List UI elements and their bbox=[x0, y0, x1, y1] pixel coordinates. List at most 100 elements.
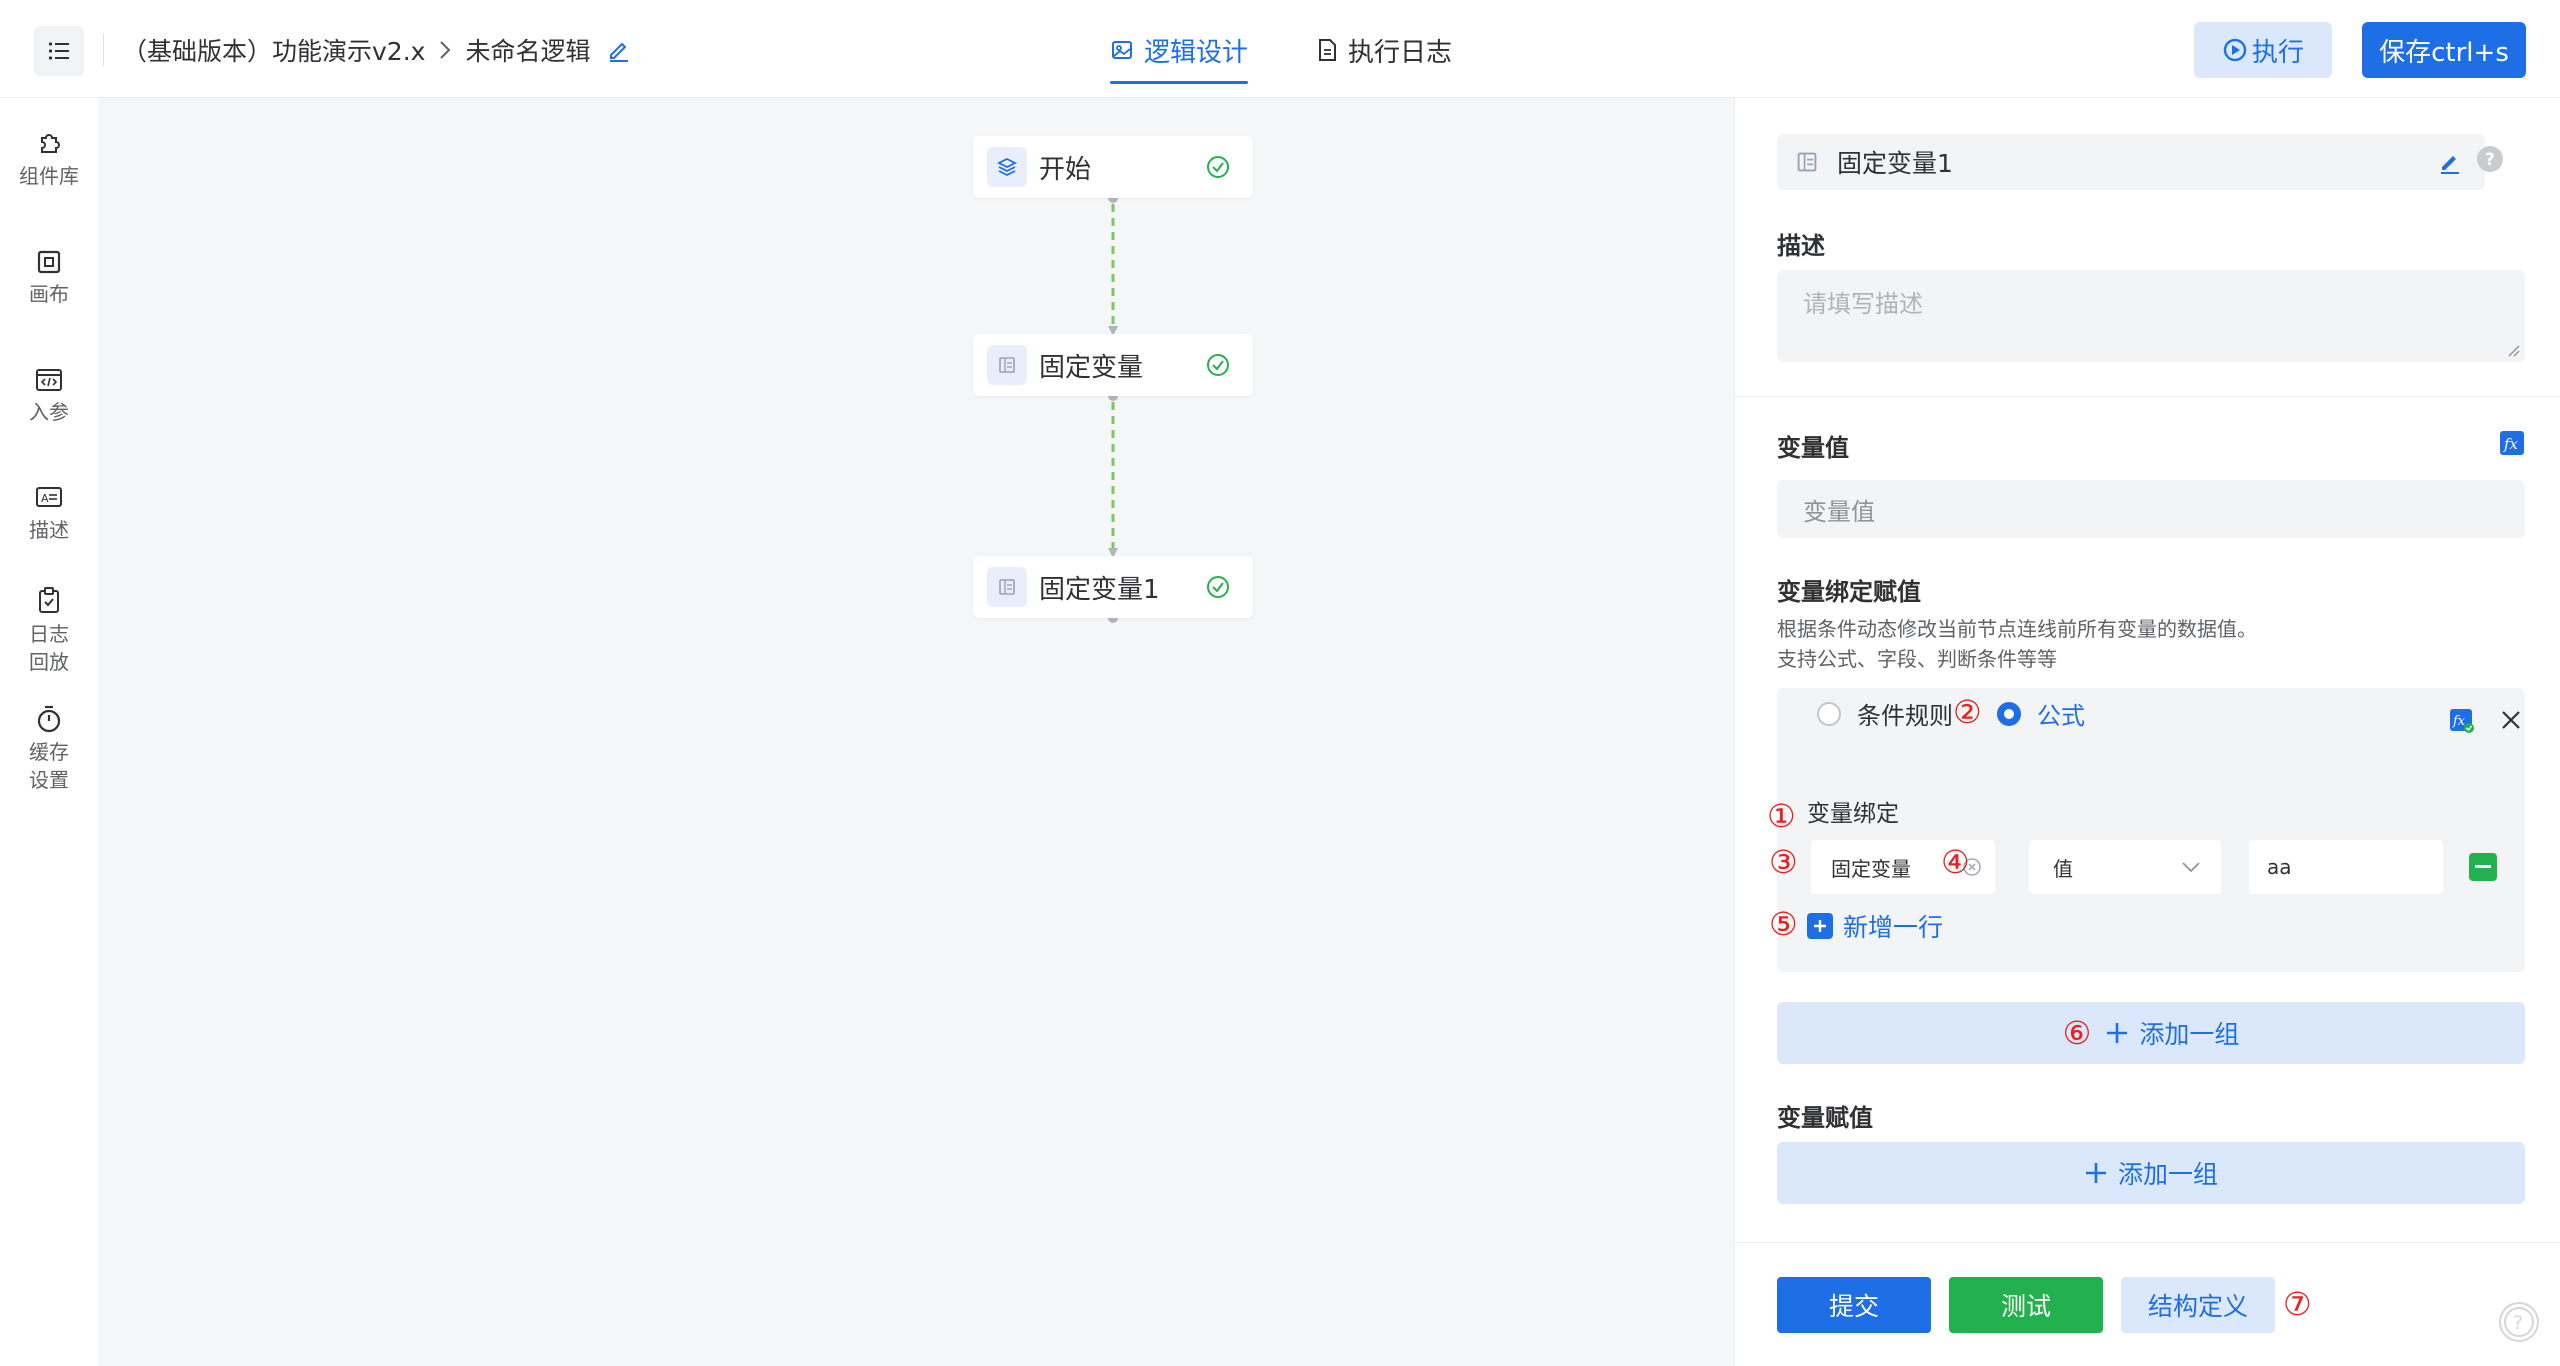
variable-assign-title: 变量赋值 bbox=[1777, 1104, 1873, 1132]
flow-node-start[interactable]: 开始 bbox=[973, 136, 1253, 198]
chevron-right-icon bbox=[439, 40, 451, 60]
timer-icon bbox=[37, 705, 61, 733]
formula-icon[interactable]: fx bbox=[2499, 430, 2525, 456]
section-divider bbox=[1735, 396, 2560, 397]
sidebar-label: 描述 bbox=[29, 518, 69, 542]
radio-formula-label: 公式 bbox=[2037, 702, 2085, 730]
annotation-marker: ③ bbox=[1769, 843, 1798, 881]
variable-value-input[interactable]: 变量值 bbox=[1777, 480, 2525, 538]
flow-node-variable-1[interactable]: 固定变量1 bbox=[973, 556, 1253, 618]
radio-dot bbox=[1817, 701, 1841, 726]
variable-icon bbox=[987, 567, 1027, 607]
node-label: 开始 bbox=[1039, 154, 1092, 185]
image-icon bbox=[1112, 41, 1132, 59]
list-icon bbox=[48, 42, 69, 60]
breadcrumb-project[interactable]: （基础版本）功能演示v2.x bbox=[122, 32, 425, 68]
annotation-marker: ⑦ bbox=[2283, 1285, 2312, 1323]
tab-exec-log-label: 执行日志 bbox=[1348, 37, 1453, 68]
check-circle-icon bbox=[1205, 574, 1231, 600]
svg-text:A: A bbox=[41, 492, 49, 505]
description-placeholder: 请填写描述 bbox=[1803, 290, 1923, 318]
svg-text:fx: fx bbox=[2503, 435, 2519, 453]
document-icon bbox=[1319, 39, 1337, 61]
value-type-select[interactable]: 值 bbox=[2029, 840, 2221, 894]
value-type-value: 值 bbox=[2053, 856, 2073, 881]
flow-node-variable[interactable]: 固定变量 bbox=[973, 334, 1253, 396]
plus-icon bbox=[2085, 1163, 2106, 1183]
description-title: 描述 bbox=[1777, 232, 1825, 260]
breadcrumb-logic-name: 未命名逻辑 bbox=[465, 37, 591, 66]
description-textarea[interactable]: 请填写描述 bbox=[1777, 270, 2525, 362]
node-name-text: 固定变量1 bbox=[1837, 149, 1953, 178]
svg-text:fx: fx bbox=[2452, 714, 2466, 729]
save-button[interactable]: 保存ctrl+s bbox=[2362, 22, 2526, 78]
node-label: 固定变量 bbox=[1039, 352, 1144, 383]
annotation-marker: ① bbox=[1767, 797, 1796, 835]
submit-button[interactable]: 提交 bbox=[1777, 1277, 1931, 1333]
radio-condition-rule[interactable]: 条件规则 bbox=[1817, 696, 1953, 731]
canvas-icon bbox=[37, 250, 61, 274]
add-row-button[interactable]: 新增一行 bbox=[1807, 908, 1943, 944]
variable-binding-label: 变量绑定 bbox=[1807, 801, 1899, 827]
add-binding-group-button[interactable]: ⑥ 添加一组 bbox=[1777, 1002, 2525, 1064]
bound-value-input[interactable]: aa bbox=[2249, 840, 2443, 894]
help-circle-icon[interactable]: ? bbox=[2497, 1300, 2541, 1344]
breadcrumb: （基础版本）功能演示v2.x 未命名逻辑 bbox=[122, 32, 632, 68]
code-icon bbox=[36, 369, 62, 391]
check-circle-icon bbox=[1205, 154, 1231, 180]
property-panel: 固定变量1 ? 描述 请填写描述 变量值 fx 变量值 变量绑定赋值 根据条件动… bbox=[1734, 98, 2560, 1366]
sidebar-item-cache-settings[interactable]: 缓存 设置 bbox=[0, 704, 98, 794]
sidebar-item-description[interactable]: A 描述 bbox=[0, 484, 98, 544]
structure-definition-button[interactable]: 结构定义 bbox=[2121, 1277, 2275, 1333]
tab-exec-log[interactable]: 执行日志 bbox=[1316, 30, 1452, 70]
remove-row-button[interactable] bbox=[2469, 853, 2497, 881]
sidebar-item-log-replay[interactable]: 日志 回放 bbox=[0, 586, 98, 676]
variable-value-title: 变量值 bbox=[1777, 434, 1849, 462]
sidebar-label: 缓存 设置 bbox=[29, 740, 69, 792]
minus-icon bbox=[2475, 865, 2491, 868]
left-toolbar: 组件库 画布 入参 A 描述 日志 回放 缓存 设置 bbox=[0, 98, 98, 1366]
run-button-label: 执行 bbox=[2251, 37, 2304, 68]
submit-label: 提交 bbox=[1828, 1292, 1879, 1321]
plus-icon bbox=[2107, 1023, 2128, 1043]
description-icon: A bbox=[36, 487, 62, 507]
run-button[interactable]: 执行 bbox=[2194, 22, 2332, 78]
header-divider bbox=[103, 34, 104, 66]
sidebar-item-canvas[interactable]: 画布 bbox=[0, 248, 98, 308]
tab-logic-design-label: 逻辑设计 bbox=[1144, 37, 1249, 68]
annotation-marker: ⑥ bbox=[2062, 1014, 2092, 1052]
chevron-down-icon bbox=[2182, 862, 2200, 873]
tab-logic-design[interactable]: 逻辑设计 bbox=[1110, 30, 1249, 84]
top-bar: （基础版本）功能演示v2.x 未命名逻辑 逻辑设计 执行日志 执行 保存ctrl… bbox=[0, 0, 2560, 98]
add-group-label: 添加一组 bbox=[2139, 1020, 2240, 1049]
clipboard-icon bbox=[39, 587, 59, 613]
edit-icon[interactable] bbox=[2437, 149, 2463, 175]
sidebar-label: 组件库 bbox=[19, 164, 79, 188]
annotation-marker: ④ bbox=[1941, 843, 1970, 881]
sidebar-label: 日志 回放 bbox=[29, 622, 69, 674]
node-name-field[interactable]: 固定变量1 bbox=[1777, 134, 2485, 190]
radio-dot bbox=[1997, 701, 2021, 726]
variable-value-placeholder: 变量值 bbox=[1803, 497, 1875, 526]
test-button[interactable]: 测试 bbox=[1949, 1277, 2103, 1333]
edit-name-icon[interactable] bbox=[606, 37, 632, 63]
add-assign-group-button[interactable]: 添加一组 bbox=[1777, 1142, 2525, 1204]
close-icon[interactable] bbox=[2499, 708, 2523, 732]
binding-hint-line-1: 根据条件动态修改当前节点连线前所有变量的数据值。 bbox=[1777, 617, 2257, 641]
flow-connectors bbox=[1108, 193, 1118, 623]
variable-icon bbox=[1795, 150, 1819, 174]
section-divider bbox=[1735, 1242, 2560, 1243]
resize-handle-icon[interactable] bbox=[2507, 344, 2521, 358]
formula-check-icon[interactable]: fx bbox=[2449, 708, 2475, 734]
bound-value-text: aa bbox=[2267, 855, 2292, 879]
save-button-label: 保存ctrl+s bbox=[2379, 37, 2509, 68]
sidebar-item-components[interactable]: 组件库 bbox=[0, 128, 98, 190]
binding-hint-line-2: 支持公式、字段、判断条件等等 bbox=[1777, 647, 2057, 671]
radio-formula[interactable]: 公式 bbox=[1997, 696, 2085, 731]
menu-toggle-button[interactable] bbox=[34, 26, 84, 76]
flow-canvas[interactable]: 开始 固定变量 固定变量1 bbox=[98, 98, 1734, 1366]
sidebar-item-params[interactable]: 入参 bbox=[0, 366, 98, 426]
main-tabs: 逻辑设计 执行日志 bbox=[1110, 30, 1520, 84]
add-row-label: 新增一行 bbox=[1843, 913, 1944, 942]
help-icon[interactable]: ? bbox=[2475, 144, 2505, 174]
